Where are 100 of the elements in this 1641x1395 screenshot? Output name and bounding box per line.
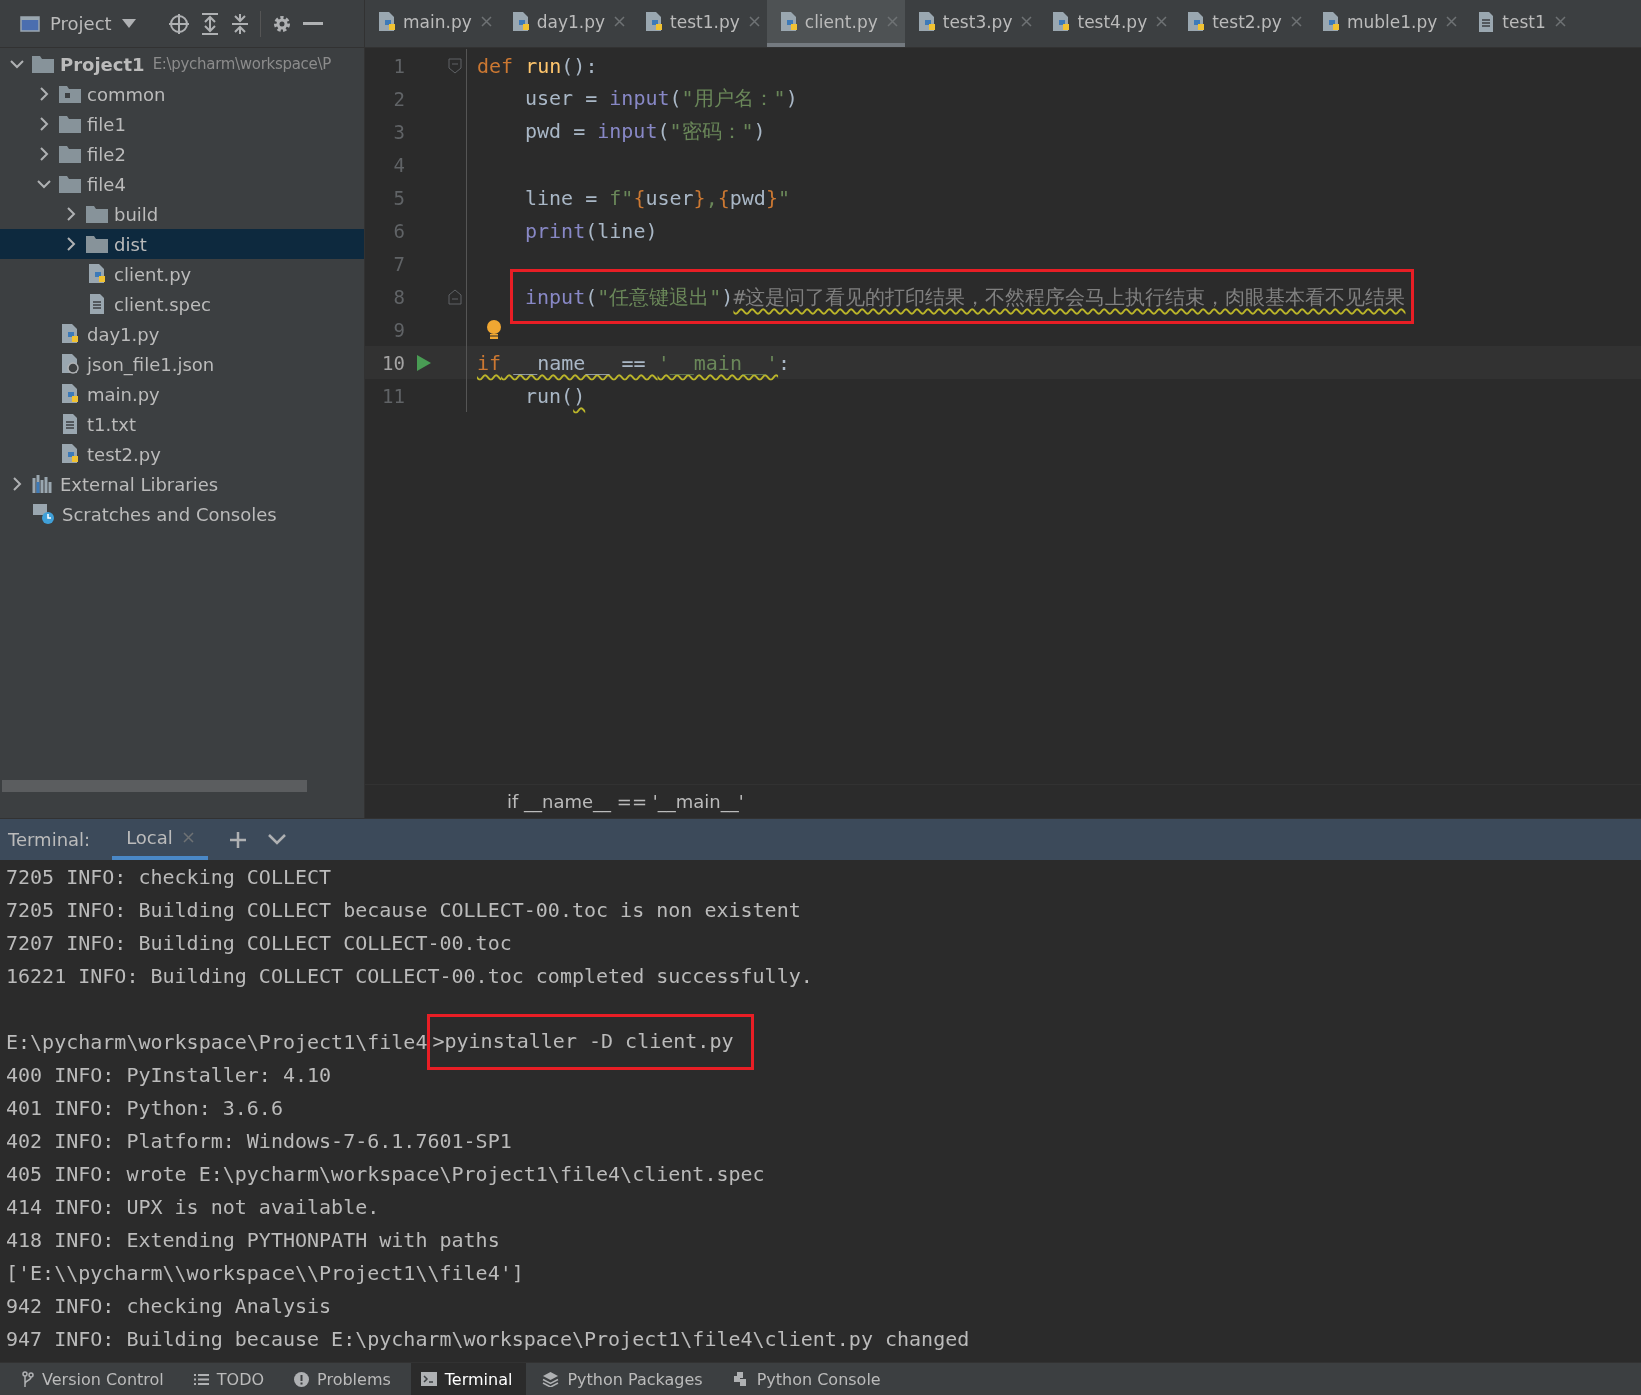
python-file-icon (59, 323, 81, 345)
tree-item[interactable]: build (0, 199, 364, 229)
tree-item-label: build (114, 203, 159, 225)
close-icon[interactable] (614, 16, 626, 27)
folder-icon (86, 235, 108, 253)
line-number: 6 (392, 219, 405, 242)
line-number: 7 (392, 252, 405, 275)
chevron-right-icon[interactable] (66, 237, 76, 251)
terminal-output-line: 400 INFO: PyInstaller: 4.10 (6, 1062, 332, 1087)
editor-tab[interactable]: test3.py (904, 0, 1040, 47)
close-icon[interactable] (1446, 16, 1458, 27)
line-number: 11 (381, 384, 405, 407)
window-icon (20, 14, 40, 33)
close-icon[interactable] (480, 16, 492, 27)
terminal-icon (420, 1372, 437, 1386)
folder-icon (59, 115, 81, 133)
code-line: pwd = input("密码：") (525, 118, 766, 145)
close-icon[interactable] (1021, 16, 1033, 27)
run-icon[interactable] (417, 354, 431, 371)
close-icon[interactable] (1290, 16, 1302, 27)
lightbulb-icon[interactable] (485, 318, 503, 341)
expand-all-icon[interactable] (199, 12, 220, 35)
project-path: E:\pycharm\workspace\P (152, 55, 331, 73)
folder-icon (59, 145, 81, 163)
line-number: 4 (392, 153, 405, 176)
tree-item[interactable]: client.py (0, 259, 364, 289)
close-icon[interactable] (748, 16, 760, 27)
tree-item[interactable]: file4 (0, 169, 364, 199)
tree-item-label: External Libraries (60, 473, 219, 495)
chevron-right-icon[interactable] (39, 117, 49, 131)
code-line: print(line) (525, 218, 658, 243)
chevron-right-icon[interactable] (66, 207, 76, 221)
chevron-right-icon[interactable] (12, 477, 22, 491)
chevron-right-icon[interactable] (39, 87, 49, 101)
terminal-output-line: 16221 INFO: Building COLLECT COLLECT-00.toc completed successfully. (6, 963, 813, 988)
folder-icon (59, 175, 81, 193)
library-icon (32, 474, 54, 494)
terminal-tab[interactable]: Local (112, 819, 208, 860)
tree-item[interactable]: day1.py (0, 319, 364, 349)
breadcrumb[interactable]: if __name__ == '__main__' (507, 791, 744, 812)
tree-item[interactable]: t1.txt (0, 409, 364, 439)
collapse-all-icon[interactable] (229, 12, 250, 35)
tree-item-label: Project1 (60, 53, 145, 75)
terminal-output-line: 414 INFO: UPX is not available. (6, 1194, 380, 1219)
folder-icon (32, 55, 54, 73)
tree-item[interactable]: External Libraries (0, 469, 364, 499)
scrollbar-thumb[interactable] (2, 780, 307, 792)
tool-window-button[interactable]: Python Console (722, 1363, 895, 1395)
terminal-output-line: 418 INFO: Extending PYTHONPATH with paths (6, 1227, 500, 1252)
plus-icon[interactable] (229, 831, 246, 848)
tree-item[interactable]: file1 (0, 109, 364, 139)
line-number: 3 (392, 120, 405, 143)
editor-tab[interactable]: main.py (365, 0, 499, 47)
editor-tab[interactable]: muble1.py (1308, 0, 1465, 47)
tool-window-button[interactable]: Python Packages (532, 1363, 717, 1395)
chevron-down-icon[interactable] (10, 59, 24, 69)
tool-window-button[interactable]: Problems (284, 1363, 405, 1395)
close-icon[interactable] (1156, 16, 1168, 27)
warning-circle-icon (294, 1371, 310, 1387)
tree-item[interactable]: Project1 E:\pycharm\workspace\P (0, 49, 364, 79)
tree-item-label: dist (114, 233, 147, 255)
terminal-output-line: ['E:\\pycharm\\workspace\\Project1\\file4'] (6, 1260, 524, 1285)
target-icon[interactable] (167, 12, 190, 35)
chevron-down-icon[interactable] (267, 834, 286, 845)
editor-tab[interactable]: day1.py (498, 0, 633, 47)
minimize-icon[interactable] (302, 21, 323, 26)
close-icon[interactable] (1554, 16, 1566, 27)
panel-title[interactable]: Project (50, 13, 112, 34)
tree-item[interactable]: main.py (0, 379, 364, 409)
terminal-output-line: 7207 INFO: Building COLLECT COLLECT-00.toc (6, 930, 512, 955)
editor-tab[interactable]: test1.py (632, 0, 767, 47)
line-number: 8 (392, 285, 405, 308)
chevron-right-icon[interactable] (39, 147, 49, 161)
editor-tab[interactable]: test4.py (1039, 0, 1175, 47)
editor-tab[interactable]: test1 (1464, 0, 1573, 47)
tree-item-label: Scratches and Consoles (62, 503, 277, 525)
tree-item[interactable]: client.spec (0, 289, 364, 319)
editor-tab[interactable]: test2.py (1174, 0, 1309, 47)
tool-window-button[interactable]: Terminal (410, 1363, 527, 1395)
line-number: 5 (392, 186, 405, 209)
tree-item[interactable]: json_file1.json (0, 349, 364, 379)
tool-window-button[interactable]: TODO (183, 1363, 279, 1395)
tree-item[interactable]: Scratches and Consoles (0, 499, 364, 529)
tree-item[interactable]: file2 (0, 139, 364, 169)
tree-item-label: main.py (87, 383, 160, 405)
tree-item[interactable]: dist (0, 229, 364, 259)
tree-item[interactable]: common (0, 79, 364, 109)
tree-item-label: day1.py (87, 323, 160, 345)
terminal-output-line: 405 INFO: wrote E:\pycharm\workspace\Project1\file4\client.spec (6, 1161, 765, 1186)
chevron-down-icon[interactable] (37, 179, 51, 189)
terminal-label: Terminal: (8, 829, 91, 850)
line-number: 10 (381, 351, 405, 374)
line-number: 9 (392, 318, 405, 341)
tool-window-button[interactable]: Version Control (12, 1363, 178, 1395)
tree-item[interactable]: test2.py (0, 439, 364, 469)
tree-item-label: client.spec (114, 293, 211, 315)
terminal-output-line: 402 INFO: Platform: Windows-7-6.1.7601-SP1 (6, 1128, 512, 1153)
editor-tab[interactable]: client.py (766, 0, 905, 47)
dropdown-icon[interactable] (121, 19, 136, 28)
terminal-output-line: 7205 INFO: checking COLLECT (6, 864, 332, 889)
